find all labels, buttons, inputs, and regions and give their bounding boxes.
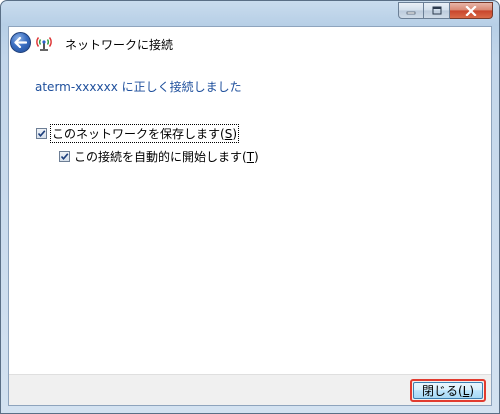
dialog-content: ネットワークに接続 aterm-xxxxxx に正しく接続しました このネットワ… [8,26,492,406]
back-arrow-icon [14,37,27,48]
caption-buttons [398,2,493,20]
close-button-highlight: 閉じる(L) [410,379,486,402]
close-icon [465,5,477,16]
close-window-button[interactable] [450,2,493,19]
button-bar: 閉じる(L) [9,374,491,405]
checkmark-icon [37,130,46,138]
connection-success-message: aterm-xxxxxx に正しく接続しました [35,80,242,94]
maximize-icon [432,6,441,15]
wireless-network-icon [36,35,52,51]
close-button[interactable]: 閉じる(L) [413,382,483,399]
back-button[interactable] [10,32,31,53]
save-network-option[interactable]: このネットワークを保存します(S) [36,124,239,143]
save-network-checkbox[interactable] [36,128,47,139]
page-title: ネットワークに接続 [65,38,174,52]
auto-start-checkbox[interactable] [59,151,70,162]
maximize-button[interactable] [424,2,450,19]
minimize-icon [406,11,416,14]
minimize-button[interactable] [398,2,424,19]
header-row: ネットワークに接続 [9,27,491,60]
connect-network-window: ネットワークに接続 aterm-xxxxxx に正しく接続しました このネットワ… [0,0,500,414]
save-network-label[interactable]: このネットワークを保存します(S) [50,124,239,143]
auto-start-label[interactable]: この接続を自動的に開始します(T) [74,148,259,165]
checkmark-icon [60,153,69,161]
auto-start-option[interactable]: この接続を自動的に開始します(T) [59,148,259,165]
